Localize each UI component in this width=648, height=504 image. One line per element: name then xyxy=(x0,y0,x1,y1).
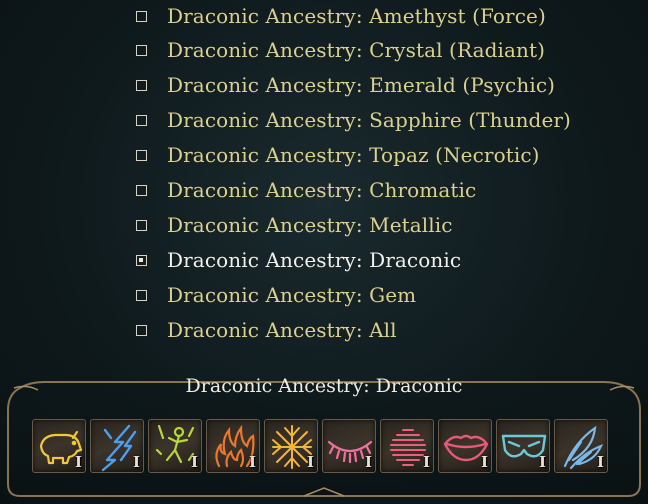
spell-slot[interactable]: I xyxy=(380,419,434,473)
option-crystal[interactable]: Draconic Ancestry: Crystal (Radiant) xyxy=(136,35,545,65)
spell-slot[interactable]: I xyxy=(32,419,86,473)
checkbox-gem[interactable] xyxy=(136,289,147,301)
option-draconic[interactable]: Draconic Ancestry: Draconic xyxy=(136,245,461,275)
spell-level-label: I xyxy=(190,453,198,471)
spell-level-label: I xyxy=(364,453,372,471)
option-chromatic[interactable]: Draconic Ancestry: Chromatic xyxy=(136,175,476,205)
option-all[interactable]: Draconic Ancestry: All xyxy=(136,315,397,345)
spell-slot[interactable]: I xyxy=(322,419,376,473)
option-label: Draconic Ancestry: Chromatic xyxy=(167,178,477,202)
spell-level-label: I xyxy=(480,453,488,471)
option-sapphire[interactable]: Draconic Ancestry: Sapphire (Thunder) xyxy=(136,105,571,135)
spell-level-label: I xyxy=(422,453,430,471)
spell-level-label: I xyxy=(248,453,256,471)
spell-slot[interactable]: I xyxy=(496,419,550,473)
spell-level-label: I xyxy=(538,453,546,471)
spell-slot-row: I I I I I I I I I I xyxy=(32,419,608,473)
spell-slot[interactable]: I xyxy=(90,419,144,473)
option-label: Draconic Ancestry: Metallic xyxy=(167,213,453,237)
spell-slot[interactable]: I xyxy=(264,419,318,473)
option-label: Draconic Ancestry: Draconic xyxy=(167,248,462,272)
option-amethyst[interactable]: Draconic Ancestry: Amethyst (Force) xyxy=(136,1,546,31)
option-label: Draconic Ancestry: Topaz (Necrotic) xyxy=(167,143,540,167)
option-label: Draconic Ancestry: Amethyst (Force) xyxy=(167,4,546,28)
checkbox-all[interactable] xyxy=(136,324,147,336)
checkbox-metallic[interactable] xyxy=(136,219,147,231)
checkbox-topaz[interactable] xyxy=(136,149,147,161)
checkbox-amethyst[interactable] xyxy=(136,10,147,22)
spell-slot[interactable]: I xyxy=(148,419,202,473)
option-label: Draconic Ancestry: Gem xyxy=(167,283,417,307)
option-metallic[interactable]: Draconic Ancestry: Metallic xyxy=(136,210,453,240)
option-gem[interactable]: Draconic Ancestry: Gem xyxy=(136,280,416,310)
spell-slot[interactable]: I xyxy=(206,419,260,473)
option-label: Draconic Ancestry: Crystal (Radiant) xyxy=(167,38,546,62)
checkbox-emerald[interactable] xyxy=(136,79,147,91)
checkbox-draconic[interactable] xyxy=(136,254,147,266)
option-label: Draconic Ancestry: Sapphire (Thunder) xyxy=(167,108,571,132)
checkbox-crystal[interactable] xyxy=(136,44,147,56)
spell-level-label: I xyxy=(306,453,314,471)
option-emerald[interactable]: Draconic Ancestry: Emerald (Psychic) xyxy=(136,70,555,100)
checkbox-sapphire[interactable] xyxy=(136,114,147,126)
panel-title: Draconic Ancestry: Draconic xyxy=(185,375,463,397)
option-topaz[interactable]: Draconic Ancestry: Topaz (Necrotic) xyxy=(136,140,540,170)
spell-level-label: I xyxy=(596,453,604,471)
spell-slot[interactable]: I xyxy=(438,419,492,473)
option-label: Draconic Ancestry: All xyxy=(167,318,397,342)
spell-slot[interactable]: I xyxy=(554,419,608,473)
spell-level-label: I xyxy=(132,453,140,471)
checkbox-chromatic[interactable] xyxy=(136,184,147,196)
option-label: Draconic Ancestry: Emerald (Psychic) xyxy=(167,73,556,97)
spell-level-label: I xyxy=(74,453,82,471)
